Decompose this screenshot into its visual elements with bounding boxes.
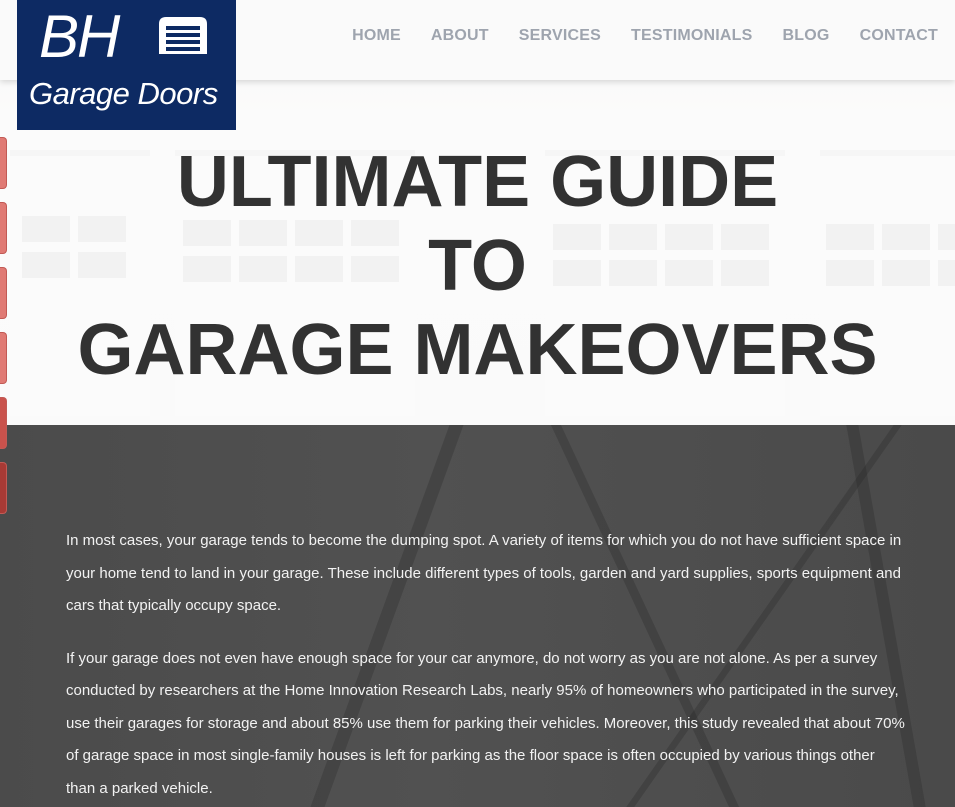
nav-home[interactable]: HOME xyxy=(352,27,401,45)
title-line: ULTIMATE GUIDE xyxy=(176,142,779,222)
page-title: ULTIMATE GUIDE TO GARAGE MAKEOVERS xyxy=(0,140,955,392)
logo-subtitle: Garage Doors xyxy=(29,76,218,111)
title-line: GARAGE MAKEOVERS xyxy=(77,310,878,390)
side-share-tab[interactable] xyxy=(0,137,7,189)
side-share-tab[interactable] xyxy=(0,202,7,254)
garage-door-icon xyxy=(159,17,207,54)
title-line: TO xyxy=(428,226,527,306)
site-logo[interactable]: BH Garage Doors xyxy=(17,0,236,130)
nav-blog[interactable]: BLOG xyxy=(783,27,830,45)
side-share-tab[interactable] xyxy=(0,462,7,514)
side-share-tab[interactable] xyxy=(0,267,7,319)
main-nav: HOME ABOUT SERVICES TESTIMONIALS BLOG CO… xyxy=(352,27,938,45)
side-share-tab[interactable] xyxy=(0,397,7,449)
logo-initials: BH xyxy=(39,3,120,70)
article-paragraph: In most cases, your garage tends to beco… xyxy=(66,532,902,614)
article-body: In most cases, your garage tends to beco… xyxy=(66,525,906,807)
nav-about[interactable]: ABOUT xyxy=(431,27,489,45)
article-paragraph: If your garage does not even have enough… xyxy=(66,649,905,797)
nav-contact[interactable]: CONTACT xyxy=(860,27,938,45)
nav-testimonials[interactable]: TESTIMONIALS xyxy=(631,27,753,45)
nav-services[interactable]: SERVICES xyxy=(519,27,601,45)
side-share-tab[interactable] xyxy=(0,332,7,384)
article-section: In most cases, your garage tends to beco… xyxy=(0,425,955,807)
